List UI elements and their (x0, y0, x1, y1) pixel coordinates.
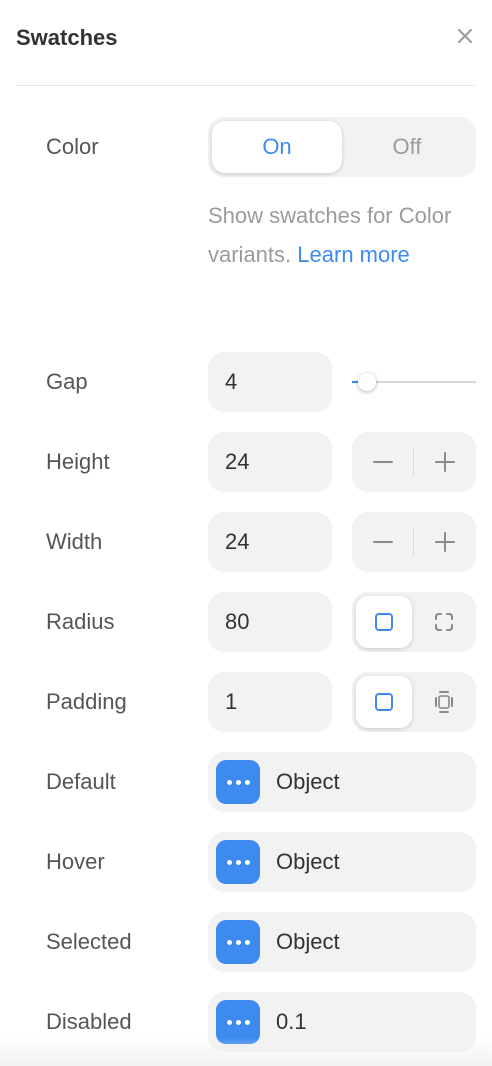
radius-individual-button[interactable] (416, 596, 472, 648)
selected-label: Selected (46, 929, 132, 954)
color-off-option[interactable]: Off (342, 121, 472, 173)
panel-header: Swatches (16, 0, 475, 86)
width-decrement-button[interactable] (352, 512, 414, 572)
color-row: Color On Off (0, 117, 492, 177)
padding-input-box (208, 672, 332, 732)
height-row: Height (0, 432, 492, 492)
minus-icon (373, 461, 393, 463)
gap-label: Gap (46, 369, 88, 394)
disabled-object-field[interactable]: 0.1 (208, 992, 476, 1052)
width-input-box (208, 512, 332, 572)
swatches-panel: Swatches Color On Off Show swatches for … (0, 0, 492, 1066)
radius-uniform-button[interactable] (356, 596, 412, 648)
padding-individual-button[interactable] (416, 676, 472, 728)
padding-row: Padding (0, 672, 492, 732)
selected-object-field[interactable]: Object (208, 912, 476, 972)
padding-input[interactable] (208, 672, 332, 732)
padding-mode-toggle (352, 672, 476, 732)
height-increment-button[interactable] (414, 432, 476, 492)
more-icon[interactable] (216, 920, 260, 964)
height-decrement-button[interactable] (352, 432, 414, 492)
color-on-option[interactable]: On (212, 121, 342, 173)
width-stepper (352, 512, 476, 572)
hover-value: Object (276, 849, 340, 874)
slider-thumb[interactable] (358, 373, 376, 391)
radius-label: Radius (46, 609, 115, 634)
radius-mode-toggle (352, 592, 476, 652)
width-label: Width (46, 529, 103, 554)
width-input[interactable] (208, 512, 332, 572)
hover-row: Hover Object (0, 832, 492, 892)
color-label: Color (46, 134, 99, 159)
padding-label: Padding (46, 689, 127, 714)
corners-icon (435, 613, 453, 631)
gap-slider[interactable] (352, 352, 476, 412)
minus-icon (373, 541, 393, 543)
radius-input[interactable] (208, 592, 332, 652)
height-label: Height (46, 449, 110, 474)
square-icon (375, 613, 393, 631)
default-value: Object (276, 769, 340, 794)
selected-value: Object (276, 929, 340, 954)
default-row: Default Object (0, 752, 492, 812)
padding-sides-icon (435, 691, 453, 713)
hover-object-field[interactable]: Object (208, 832, 476, 892)
default-object-field[interactable]: Object (208, 752, 476, 812)
plus-icon (435, 532, 455, 552)
gap-row: Gap (0, 352, 492, 412)
more-icon[interactable] (216, 840, 260, 884)
gap-input[interactable] (208, 352, 332, 412)
height-stepper (352, 432, 476, 492)
color-description: Show swatches for Color variants. Learn … (208, 196, 476, 274)
more-icon[interactable] (216, 1000, 260, 1044)
more-icon[interactable] (216, 760, 260, 804)
learn-more-link[interactable]: Learn more (297, 242, 410, 267)
height-input[interactable] (208, 432, 332, 492)
radius-input-box (208, 592, 332, 652)
disabled-row: Disabled 0.1 (0, 992, 492, 1052)
square-icon (375, 693, 393, 711)
disabled-value: 0.1 (276, 1009, 307, 1034)
close-icon[interactable] (455, 26, 475, 46)
width-row: Width (0, 512, 492, 572)
panel-title: Swatches (16, 25, 118, 50)
padding-uniform-button[interactable] (356, 676, 412, 728)
color-segmented-control: On Off (208, 117, 476, 177)
disabled-label: Disabled (46, 1009, 132, 1034)
selected-row: Selected Object (0, 912, 492, 972)
hover-label: Hover (46, 849, 105, 874)
default-label: Default (46, 769, 116, 794)
height-input-box (208, 432, 332, 492)
radius-row: Radius (0, 592, 492, 652)
width-increment-button[interactable] (414, 512, 476, 572)
plus-icon (435, 452, 455, 472)
gap-input-box (208, 352, 332, 412)
